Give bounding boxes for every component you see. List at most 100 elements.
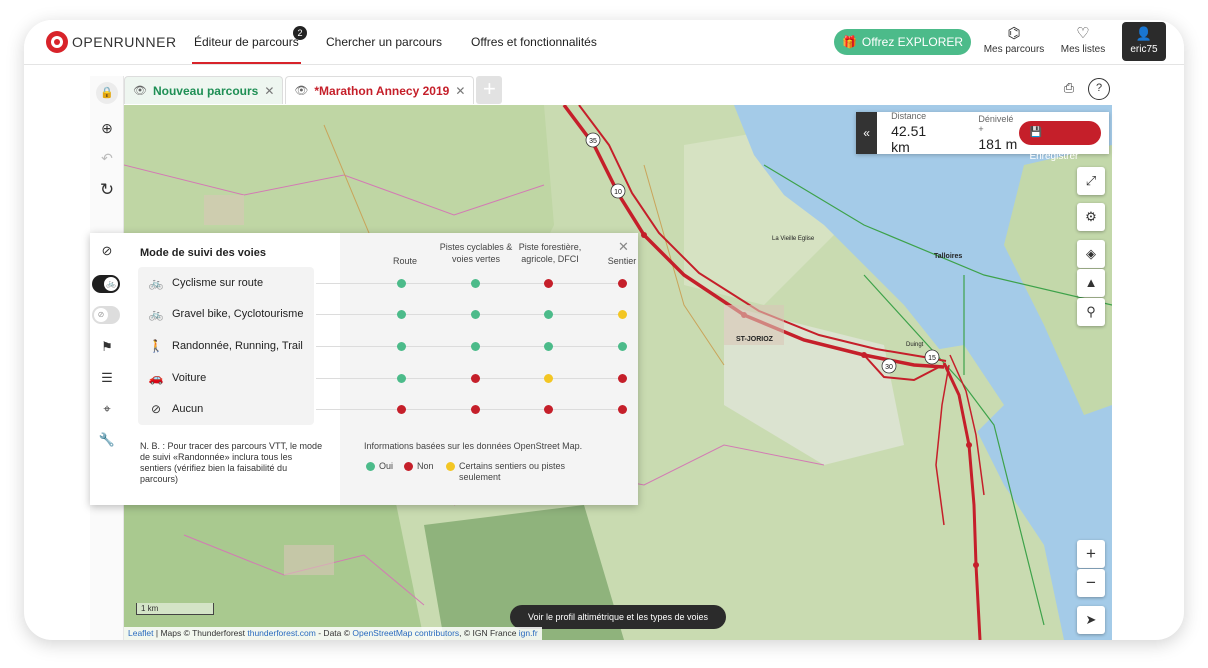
- layers-icon[interactable]: ◈: [1077, 240, 1105, 268]
- user-icon: 👤: [1135, 26, 1153, 41]
- heart-icon: ♡: [1076, 25, 1090, 42]
- menu-lines-icon[interactable]: ☰: [90, 364, 124, 392]
- close-tab-icon[interactable]: ✕: [264, 84, 274, 98]
- mode-option-car[interactable]: 🚗 Voiture: [148, 368, 207, 388]
- tools-wrench-icon[interactable]: 🔧: [90, 426, 124, 454]
- fullscreen-icon[interactable]: ⤢: [1077, 167, 1105, 195]
- mode-label: Aucun: [172, 403, 204, 415]
- eye-icon[interactable]: 👁: [294, 84, 308, 97]
- add-tab-button[interactable]: +: [476, 76, 503, 104]
- matrix-dot-oui: [471, 279, 480, 288]
- waypoint-flag-icon[interactable]: ⚑: [90, 333, 124, 361]
- road-shield: 30: [881, 358, 897, 374]
- settings-icon[interactable]: ⚙: [1077, 203, 1105, 231]
- route-stats-panel: « Distance 42.51 km Dénivelé + 181 m 💾 E…: [856, 111, 1109, 162]
- road-shield: 10: [610, 183, 626, 199]
- elevation-profile-button[interactable]: Voir le profil altimétrique et les types…: [510, 605, 726, 629]
- bike-icon: 🚲: [148, 276, 164, 290]
- tab-label: Nouveau parcours: [152, 83, 259, 98]
- my-routes-link[interactable]: ⌬ Mes parcours: [979, 24, 1049, 55]
- column-header-cycle-paths: Pistes cyclables & voies vertes: [439, 242, 513, 264]
- poi-marker-icon[interactable]: ⌖: [90, 395, 124, 423]
- close-panel-icon[interactable]: ✕: [618, 239, 629, 255]
- mtb-note: N. B. : Pour tracer des parcours VTT, le…: [140, 441, 323, 484]
- matrix-dot-oui: [397, 342, 406, 351]
- matrix-dot-non: [618, 405, 627, 414]
- mode-option-none[interactable]: ⊘ Aucun: [148, 399, 203, 419]
- svg-text:35: 35: [589, 138, 597, 145]
- place-label: ST-JORIOZ: [736, 336, 774, 343]
- undo-icon[interactable]: ↶: [90, 144, 124, 172]
- map-icon: ⌬: [1007, 25, 1021, 42]
- app-window: OPENRUNNER Éditeur de parcours 2 Cherche…: [24, 20, 1184, 640]
- lock-icon[interactable]: 🔒: [96, 82, 118, 104]
- mode-label: Voiture: [172, 372, 207, 384]
- car-icon: 🚗: [148, 371, 164, 385]
- terrain-icon[interactable]: ▲: [1077, 269, 1105, 297]
- eye-icon[interactable]: 👁: [133, 84, 147, 97]
- leaflet-link[interactable]: Leaflet: [128, 628, 154, 638]
- offer-explorer-label: Offrez EXPLORER: [861, 35, 964, 49]
- map-attribution: Leaflet | Maps © Thunderforest thunderfo…: [124, 627, 542, 640]
- legend-no-label: Non: [417, 461, 434, 471]
- ign-link[interactable]: ign.fr: [519, 628, 538, 638]
- none-icon: ⊘: [150, 402, 162, 416]
- osm-link[interactable]: OpenStreetMap contributors: [352, 628, 459, 638]
- elevation-stat: Dénivelé + 181 m: [978, 114, 1019, 152]
- redo-icon[interactable]: ↻: [90, 176, 124, 204]
- svg-text:30: 30: [885, 364, 893, 371]
- save-button[interactable]: 💾 Enregistrer: [1019, 121, 1101, 162]
- editor-count-badge: 2: [293, 26, 307, 40]
- attribution-text: | Maps © Thunderforest: [153, 628, 248, 638]
- username: eric75: [1130, 44, 1158, 55]
- thunderforest-link[interactable]: thunderforest.com: [247, 628, 316, 638]
- tracking-toggle-off[interactable]: ⊘: [92, 306, 120, 324]
- nav-search[interactable]: Chercher un parcours: [326, 35, 442, 49]
- zoom-in-button[interactable]: +: [1077, 540, 1105, 568]
- legend-partial: Certains sentiers ou pistes seulement: [446, 461, 596, 483]
- tab-marathon-annecy[interactable]: 👁 *Marathon Annecy 2019 ✕: [285, 76, 475, 104]
- place-label: Duingt: [906, 342, 924, 348]
- map-scale-bar: 1 km: [136, 603, 214, 615]
- nav-offers[interactable]: Offres et fonctionnalités: [471, 35, 597, 49]
- zoom-to-route-icon[interactable]: ⊕: [90, 114, 124, 142]
- offer-explorer-button[interactable]: 🎁 Offrez EXPLORER: [834, 29, 971, 55]
- legend-no: Non: [404, 461, 434, 472]
- column-header-trail: Sentier: [607, 256, 637, 266]
- mode-list-section: Mode de suivi des voies 🚲 Cyclisme sur r…: [90, 233, 340, 505]
- user-menu-button[interactable]: 👤 eric75: [1122, 22, 1166, 61]
- mode-option-gravel[interactable]: 🚲 Gravel bike, Cyclotourisme: [148, 304, 304, 324]
- distance-stat: Distance 42.51 km: [891, 111, 946, 155]
- zoom-out-button[interactable]: −: [1077, 569, 1105, 597]
- matrix-dot-partiel: [618, 310, 627, 319]
- help-icon[interactable]: ?: [1088, 78, 1110, 100]
- save-label: Enregistrer: [1029, 151, 1079, 162]
- mode-label: Cyclisme sur route: [172, 277, 264, 289]
- location-pin-icon[interactable]: ⚲: [1077, 298, 1105, 326]
- close-tab-icon[interactable]: ✕: [455, 84, 465, 98]
- tab-label: *Marathon Annecy 2019: [314, 83, 450, 98]
- nav-editor[interactable]: Éditeur de parcours: [192, 35, 301, 64]
- print-icon[interactable]: ⎙: [1058, 78, 1080, 100]
- mode-option-road-cycling[interactable]: 🚲 Cyclisme sur route: [148, 273, 264, 293]
- top-navigation: OPENRUNNER Éditeur de parcours 2 Cherche…: [24, 20, 1184, 65]
- collapse-stats-icon[interactable]: «: [856, 112, 878, 154]
- mode-option-hiking[interactable]: 🚶 Randonnée, Running, Trail: [148, 336, 303, 356]
- my-lists-link[interactable]: ♡ Mes listes: [1048, 24, 1118, 55]
- openrunner-logo[interactable]: OPENRUNNER: [46, 31, 177, 53]
- navigate-icon[interactable]: ➤: [1077, 606, 1105, 634]
- tab-nouveau-parcours[interactable]: 👁 Nouveau parcours ✕: [124, 76, 284, 104]
- tracking-toggle-on[interactable]: 🚲: [92, 275, 120, 293]
- legend-dot-no: [404, 462, 413, 471]
- matrix-dot-oui: [397, 310, 406, 319]
- elevation-label: Dénivelé +: [978, 114, 1014, 134]
- mode-label: Gravel bike, Cyclotourisme: [172, 308, 304, 320]
- save-icon: 💾: [1029, 127, 1042, 138]
- legend-partial-label: Certains sentiers ou pistes seulement: [459, 461, 566, 482]
- legend-yes-label: Oui: [379, 461, 394, 471]
- brand-name: OPENRUNNER: [72, 34, 177, 50]
- column-header-forest-tracks: Piste forestière, agricole, DFCI: [518, 242, 582, 264]
- matrix-dot-oui: [618, 342, 627, 351]
- matrix-dot-oui: [471, 342, 480, 351]
- no-tracking-icon[interactable]: ⊘: [90, 237, 124, 265]
